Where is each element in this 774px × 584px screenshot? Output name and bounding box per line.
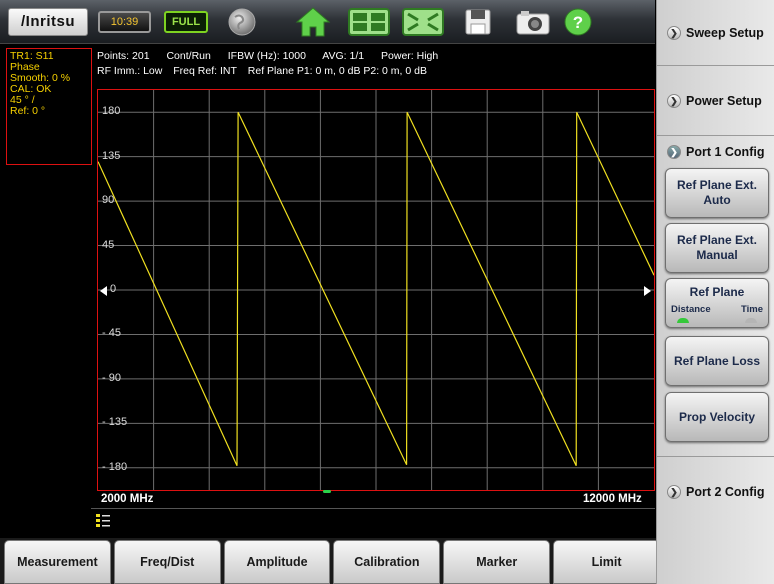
ref-plane-ext-manual-button[interactable]: Ref Plane Ext. Manual <box>665 223 769 273</box>
freq-ref-status: Freq Ref: INT <box>173 65 237 77</box>
toolbar: /Inritsu 10:39 FULL ? <box>0 0 655 44</box>
trace-info-box[interactable]: TR1: S11 Phase Smooth: 0 % CAL: OK 45 ° … <box>6 48 92 165</box>
ref-plane-label: Ref Plane <box>689 285 745 299</box>
power-setup-menu[interactable]: ❯ Power Setup <box>657 66 774 136</box>
rf-immunity-status: RF Imm.: Low <box>97 65 163 77</box>
brand-logo: /Inritsu <box>8 8 88 36</box>
chevron-right-icon: ❯ <box>667 93 681 108</box>
clock-display: 10:39 <box>98 11 151 33</box>
y-tick-label: 180 <box>102 105 121 118</box>
trace-list-bar <box>91 508 655 530</box>
tab-calibration[interactable]: Calibration <box>333 540 441 584</box>
zoom-fit-icon[interactable] <box>400 5 446 39</box>
ref-plane-auto-line1: Ref Plane Ext. <box>676 178 758 192</box>
time-inactive-led-icon <box>745 318 757 323</box>
camera-icon[interactable] <box>512 5 554 39</box>
y-tick-label: - 180 <box>102 460 128 473</box>
points-status: Points: 201 <box>97 50 150 62</box>
y-tick-label: - 45 <box>102 327 121 340</box>
sweep-setup-menu[interactable]: ❯ Sweep Setup <box>657 0 774 66</box>
port2-config-label: Port 2 Config <box>686 484 765 499</box>
x-axis-stop-label: 12000 MHz <box>583 493 642 505</box>
reference-arrow-right-icon <box>644 286 651 296</box>
trace-list-icon[interactable] <box>95 512 111 528</box>
reference-value: Ref: 0 ° <box>10 105 46 117</box>
home-icon[interactable] <box>290 5 336 39</box>
sweep-setup-label: Sweep Setup <box>686 25 764 40</box>
y-tick-label: - 90 <box>102 371 121 384</box>
port1-config-menu[interactable]: ❯ Port 1 Config <box>657 136 774 168</box>
y-tick-label: - 135 <box>102 416 128 429</box>
ref-plane-auto-line2: Auto <box>703 193 731 207</box>
port2-config-menu[interactable]: ❯ Port 2 Config <box>657 456 774 526</box>
y-tick-label: 0 <box>110 283 117 295</box>
y-tick-label: 45 <box>102 238 115 251</box>
ifbw-status: IFBW (Hz): 1000 <box>227 50 306 62</box>
tab-freq-dist[interactable]: Freq/Dist <box>113 540 221 584</box>
chevron-right-icon: ❯ <box>667 25 681 40</box>
tab-amplitude[interactable]: Amplitude <box>223 540 331 584</box>
save-icon[interactable] <box>458 5 498 39</box>
ref-plane-toggle-button[interactable]: Ref Plane Distance Time <box>665 278 769 328</box>
phase-plot[interactable]: 180 135 90 45 0 - 45 - 90 - 135 - 180 <box>97 89 655 491</box>
y-tick-label: 135 <box>102 149 121 162</box>
ref-plane-loss-button[interactable]: Ref Plane Loss <box>665 336 769 386</box>
ref-plane-manual-line2: Manual <box>696 248 738 262</box>
prop-velocity-label: Prop Velocity <box>678 409 756 424</box>
chevron-right-icon: ❯ <box>667 484 681 499</box>
prop-velocity-button[interactable]: Prop Velocity <box>665 392 769 442</box>
port1-config-label: Port 1 Config <box>686 145 765 159</box>
ref-plane-option-distance: Distance <box>671 304 711 315</box>
plot-canvas <box>98 90 654 490</box>
tab-limit[interactable]: Limit <box>553 540 660 584</box>
x-axis-start-label: 2000 MHz <box>101 493 154 505</box>
tab-measurement[interactable]: Measurement <box>4 540 111 584</box>
ref-plane-manual-line1: Ref Plane Ext. <box>676 233 758 247</box>
chevron-down-icon: ❯ <box>667 145 681 159</box>
battery-indicator: FULL <box>164 11 208 33</box>
tab-marker[interactable]: Marker <box>443 540 551 584</box>
ref-plane-option-time: Time <box>740 304 763 315</box>
svg-text:?: ? <box>573 13 583 32</box>
power-setup-label: Power Setup <box>686 93 762 108</box>
marker-indicator <box>323 490 331 493</box>
ref-plane-status: Ref Plane P1: 0 m, 0 dB P2: 0 m, 0 dB <box>247 65 427 77</box>
averaging-status: AVG: 1/1 <box>322 50 365 62</box>
status-bar: Points: 201 Cont/Run IFBW (Hz): 1000 AVG… <box>97 50 652 80</box>
main-menu-tabs: Measurement Freq/Dist Amplitude Calibrat… <box>0 538 664 584</box>
help-icon[interactable]: ? <box>560 5 596 39</box>
y-tick-label: 90 <box>102 194 115 207</box>
globe-icon[interactable] <box>222 5 262 39</box>
ref-plane-ext-auto-button[interactable]: Ref Plane Ext. Auto <box>665 168 769 218</box>
reference-arrow-left-icon <box>100 286 107 296</box>
distance-active-led-icon <box>677 318 689 323</box>
power-status: Power: High <box>381 50 439 62</box>
dual-trace-icon[interactable] <box>346 5 392 39</box>
softkey-menu: ❯ Sweep Setup ❯ Power Setup ❯ Port 1 Con… <box>656 0 774 584</box>
ref-plane-loss-label: Ref Plane Loss <box>673 353 761 368</box>
sweep-mode-status: Cont/Run <box>166 50 211 62</box>
